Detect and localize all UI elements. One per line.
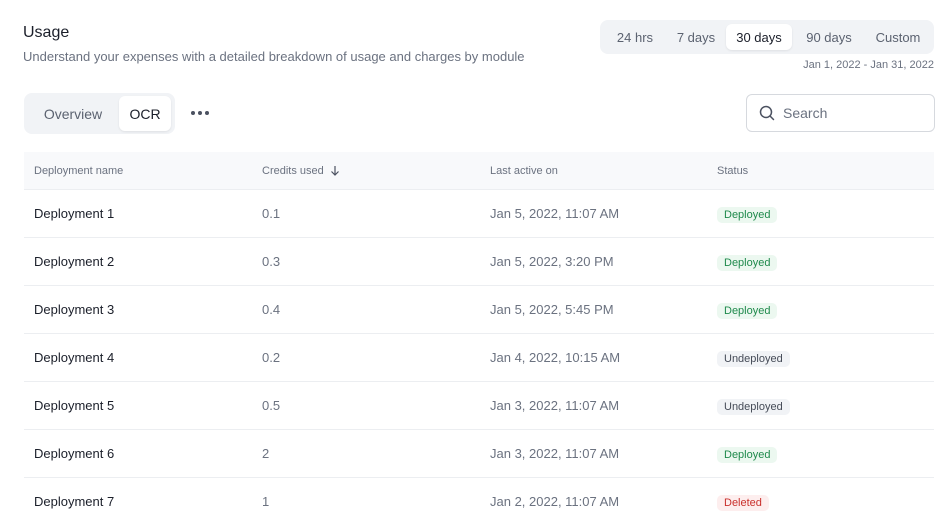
module-tabs: Overview OCR — [24, 93, 175, 134]
range-24-hrs-button[interactable]: 24 hrs — [604, 24, 666, 50]
deployment-name: Deployment 4 — [34, 349, 115, 365]
page-subtitle: Understand your expenses with a detailed… — [23, 49, 525, 64]
time-range-selector: 24 hrs 7 days 30 days 90 days Custom — [600, 20, 934, 54]
last-active-on: Jan 5, 2022, 5:45 PM — [490, 301, 614, 317]
status-badge: Deleted — [717, 494, 769, 511]
tab-overview[interactable]: Overview — [27, 96, 119, 131]
search-input[interactable] — [783, 105, 923, 121]
deployment-name: Deployment 2 — [34, 253, 115, 269]
status-badge: Deployed — [717, 206, 778, 223]
credits-used: 0.4 — [262, 301, 281, 317]
credits-used: 0.2 — [262, 349, 281, 365]
column-credits-used[interactable]: Credits used — [262, 165, 490, 177]
table-row[interactable]: Deployment 4 0.2 Jan 4, 2022, 10:15 AM Unde… — [24, 334, 934, 382]
column-deployment-name[interactable]: Deployment name — [24, 165, 262, 177]
deployment-name: Deployment 3 — [34, 301, 115, 317]
credits-used: 1 — [262, 493, 270, 509]
credits-used: 0.5 — [262, 397, 281, 413]
status-badge: Undeployed — [717, 398, 790, 415]
search-box[interactable] — [746, 94, 935, 132]
table-row[interactable]: Deployment 6 2 Jan 3, 2022, 11:07 AM Deploy… — [24, 430, 934, 478]
deployments-table: Deployment name Credits used Last active… — [24, 152, 934, 515]
column-last-active-on[interactable]: Last active on — [490, 165, 717, 177]
table-row[interactable]: Deployment 1 0.1 Jan 5, 2022, 11:07 AM Depl… — [24, 190, 934, 238]
last-active-on: Jan 4, 2022, 10:15 AM — [490, 349, 621, 365]
credits-used: 0.1 — [262, 205, 281, 221]
arrow-down-icon — [330, 166, 339, 176]
status-badge: Deployed — [717, 254, 778, 271]
table-row[interactable]: Deployment 2 0.3 Jan 5, 2022, 3:20 PM Deplo… — [24, 238, 934, 286]
table-row[interactable]: Deployment 5 0.5 Jan 3, 2022, 11:07 AM Unde… — [24, 382, 934, 430]
deployment-name: Deployment 1 — [34, 205, 115, 221]
credits-used: 2 — [262, 445, 270, 461]
last-active-on: Jan 2, 2022, 11:07 AM — [490, 493, 620, 509]
last-active-on: Jan 5, 2022, 11:07 AM — [490, 205, 620, 221]
credits-used: 0.3 — [262, 253, 281, 269]
range-30-days-button[interactable]: 30 days — [726, 24, 792, 50]
date-range-label: Jan 1, 2022 - Jan 31, 2022 — [803, 59, 934, 71]
column-status[interactable]: Status — [717, 165, 934, 177]
page-title: Usage — [23, 24, 70, 41]
more-horizontal-icon[interactable] — [189, 103, 211, 123]
range-custom-button[interactable]: Custom — [866, 24, 930, 50]
range-90-days-button[interactable]: 90 days — [792, 24, 866, 50]
range-7-days-button[interactable]: 7 days — [666, 24, 726, 50]
last-active-on: Jan 3, 2022, 11:07 AM — [490, 397, 620, 413]
last-active-on: Jan 5, 2022, 3:20 PM — [490, 253, 614, 269]
status-badge: Deployed — [717, 302, 778, 319]
table-row[interactable]: Deployment 7 1 Jan 2, 2022, 11:07 AM Delete… — [24, 478, 934, 515]
tab-ocr[interactable]: OCR — [119, 96, 171, 131]
deployment-name: Deployment 7 — [34, 493, 115, 509]
status-badge: Deployed — [717, 446, 778, 463]
deployment-name: Deployment 5 — [34, 397, 115, 413]
last-active-on: Jan 3, 2022, 11:07 AM — [490, 445, 620, 461]
deployment-name: Deployment 6 — [34, 445, 115, 461]
table-header: Deployment name Credits used Last active… — [24, 152, 934, 190]
status-badge: Undeployed — [717, 350, 790, 367]
search-icon — [759, 105, 775, 121]
table-row[interactable]: Deployment 3 0.4 Jan 5, 2022, 5:45 PM Deplo… — [24, 286, 934, 334]
